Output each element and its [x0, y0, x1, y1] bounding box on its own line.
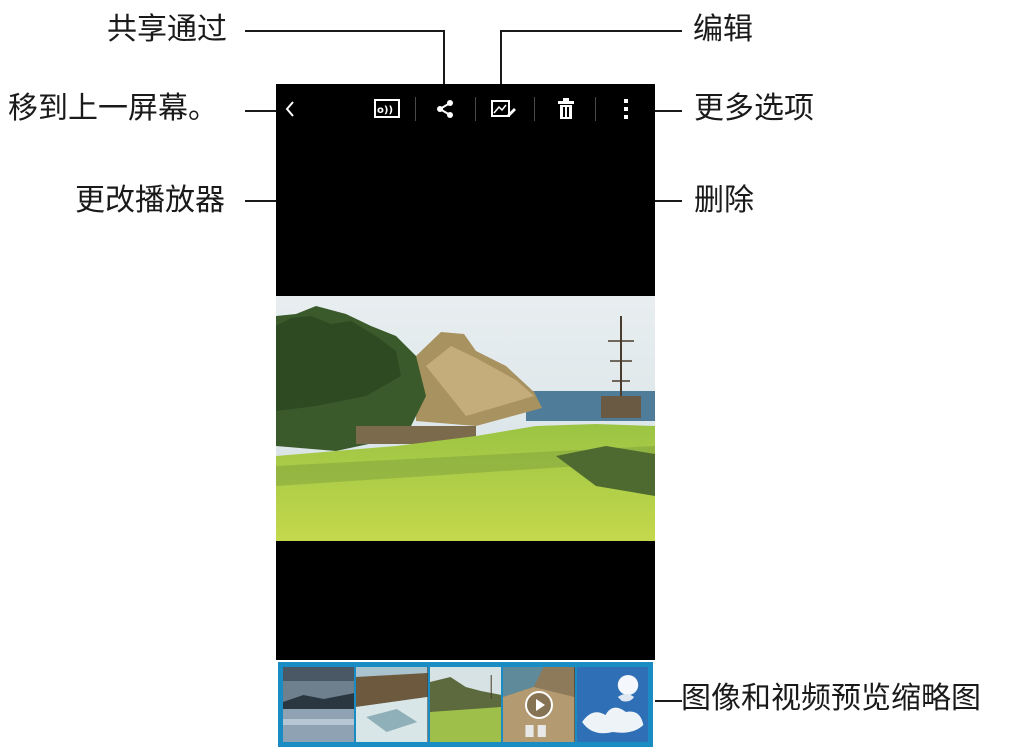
lake-thumbnail[interactable]: [283, 667, 355, 742]
toolbar-separator: [415, 97, 416, 121]
edit-icon: [491, 100, 516, 117]
back-button[interactable]: [280, 98, 300, 120]
video-thumbnail[interactable]: [503, 667, 575, 742]
gallery-viewer-screen: o)): [276, 84, 655, 749]
change-player-label: 更改播放器: [75, 183, 225, 218]
toolbar-separator: [475, 97, 476, 121]
edit-label: 编辑: [693, 12, 753, 47]
more-options-icon: [624, 99, 628, 119]
thumbnail-strip: [276, 660, 655, 749]
change-player-button[interactable]: o)): [368, 98, 402, 120]
share-leader-v: [443, 30, 445, 88]
play-icon: [524, 690, 553, 719]
edit-button[interactable]: [488, 98, 518, 120]
coast-thumbnail[interactable]: [356, 667, 428, 742]
share-via-label: 共享通过: [107, 12, 227, 47]
toolbar-separator: [534, 97, 535, 121]
delete-button[interactable]: [554, 98, 578, 120]
trash-icon: [558, 98, 574, 119]
svg-text:o)): o)): [377, 105, 393, 116]
sky-thumbnail[interactable]: [576, 667, 649, 742]
more-options-label: 更多选项: [694, 91, 814, 126]
more-options-button[interactable]: [616, 98, 636, 120]
edit-leader-h: [500, 30, 682, 32]
field-thumbnail[interactable]: [429, 667, 502, 742]
edit-leader-v: [500, 30, 502, 88]
main-photo[interactable]: [276, 296, 655, 541]
chevron-left-icon: [285, 101, 294, 117]
share-icon: [437, 100, 453, 118]
toolbar-separator: [595, 97, 596, 121]
share-leader-h: [245, 30, 445, 32]
delete-label: 删除: [694, 183, 754, 218]
thumbnail-list: [278, 662, 653, 747]
thumbnails-label: 图像和视频预览缩略图: [681, 681, 981, 716]
change-player-icon: o)): [374, 99, 400, 118]
back-label: 移到上一屏幕。: [8, 91, 218, 126]
share-button[interactable]: [432, 98, 458, 120]
thumbnails-leader: [652, 700, 682, 702]
